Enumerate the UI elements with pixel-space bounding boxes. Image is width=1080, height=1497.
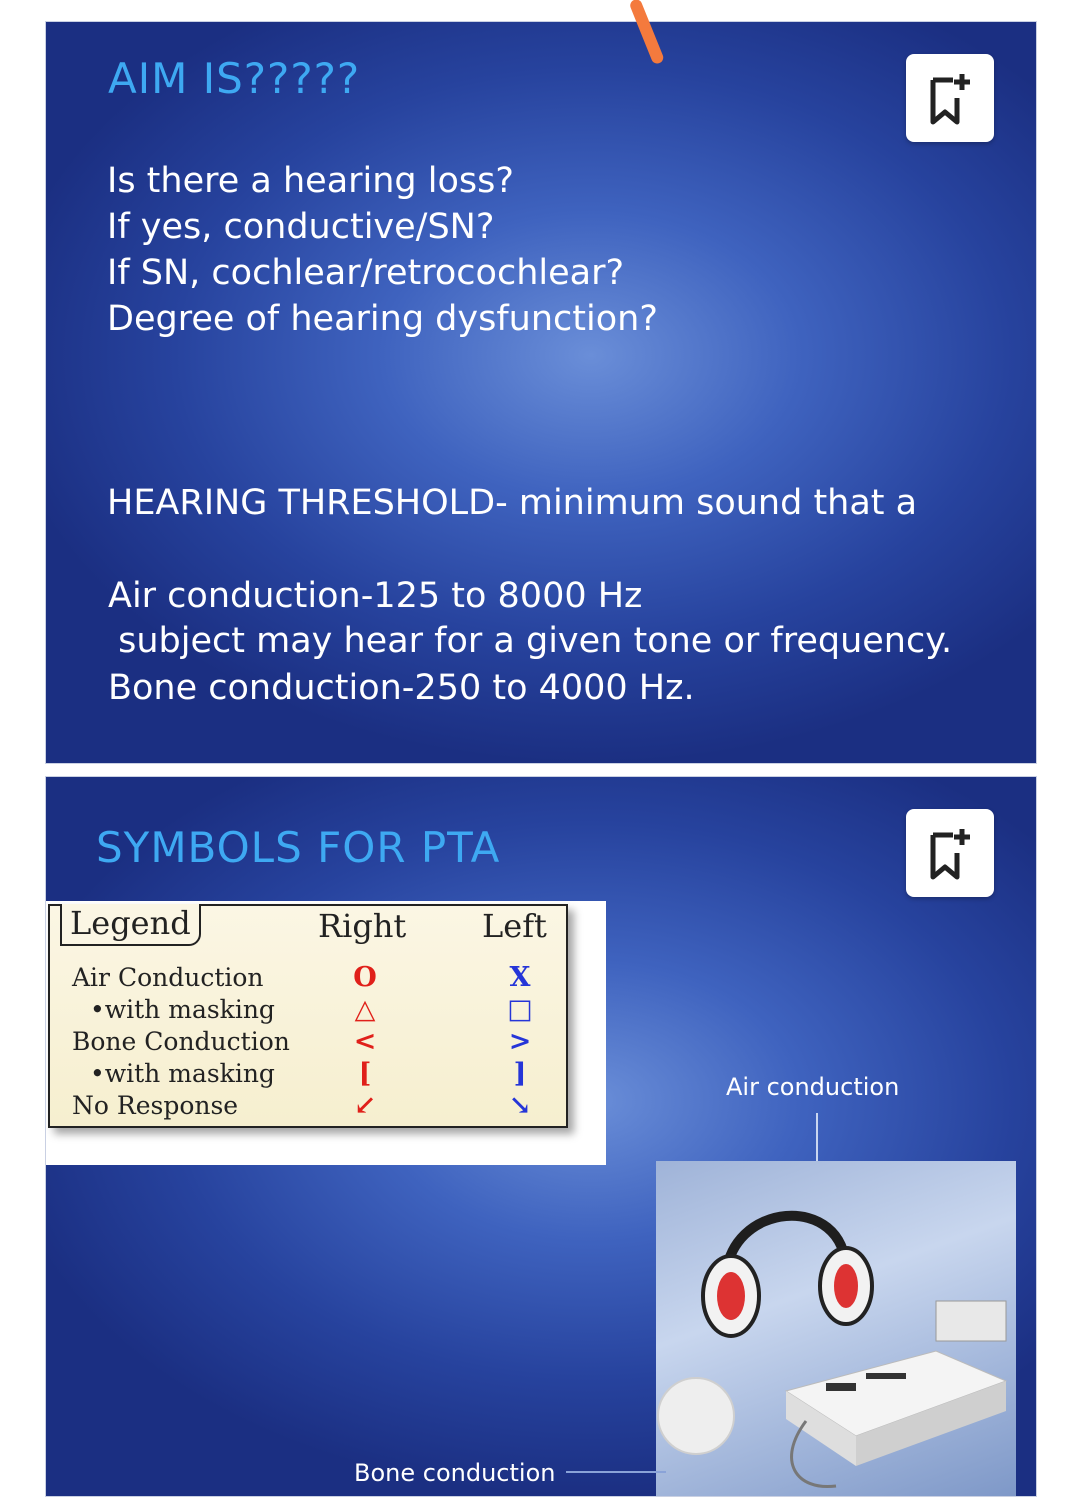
slide-title: SYMBOLS FOR PTA [96, 823, 501, 872]
right-bone-symbol: < [353, 1026, 377, 1057]
slide-aim: AIM IS????? Is there a hearing loss? If … [45, 21, 1037, 764]
left-air-symbol: X [509, 962, 531, 993]
question-3: If SN, cochlear/retrocochlear? [107, 253, 625, 293]
question-1: Is there a hearing loss? [107, 161, 514, 201]
bone-conduction-caption: Bone conduction [354, 1459, 556, 1487]
air-conduction-caption: Air conduction [726, 1073, 900, 1101]
question-2: If yes, conductive/SN? [107, 207, 495, 247]
definition-line-2: subject may hear for a given tone or fre… [107, 621, 953, 661]
legend-row-label: •with masking [90, 1059, 275, 1088]
legend-table: Legend Right Left Air Conduction •with m… [48, 904, 568, 1128]
audiometer-photo [656, 1161, 1016, 1496]
right-bone-masked-symbol: [ [358, 1058, 372, 1089]
question-list: Is there a hearing loss? If yes, conduct… [107, 158, 658, 342]
bone-conduction-range: Bone conduction-250 to 4000 Hz. [108, 668, 695, 708]
bookmark-add-icon [930, 74, 970, 125]
slide-symbols: SYMBOLS FOR PTA Legend Right Left Air Co… [45, 776, 1037, 1497]
right-air-symbol: O [353, 962, 377, 993]
definition-line-1: HEARING THRESHOLD- minimum sound that a [107, 483, 918, 523]
question-4: Degree of hearing dysfunction? [107, 299, 658, 339]
bone-pointer-line [566, 1471, 666, 1473]
left-air-masked-symbol: □ [507, 994, 533, 1025]
left-column-header: Left [482, 907, 547, 945]
legend-row-label: No Response [72, 1091, 239, 1120]
definition-line-3: Relative threshold is calculated. [107, 756, 952, 763]
legend-row-label: •with masking [90, 995, 275, 1024]
left-bone-masked-symbol: ] [513, 1058, 527, 1089]
bookmark-button[interactable] [906, 809, 994, 897]
right-column-header: Right [318, 907, 407, 945]
bookmark-button[interactable] [906, 54, 994, 142]
legend-tab: Legend [60, 904, 201, 946]
right-air-masked-symbol: △ [354, 994, 376, 1025]
bookmark-add-icon [930, 829, 970, 880]
legend-row-label: Air Conduction [72, 963, 264, 992]
left-bone-symbol: > [508, 1026, 532, 1057]
slide-title: AIM IS????? [108, 54, 361, 103]
legend-row-label: Bone Conduction [72, 1027, 290, 1056]
air-conduction-range: Air conduction-125 to 8000 Hz [108, 576, 643, 616]
right-no-response-symbol: ↙ [353, 1090, 377, 1121]
left-no-response-symbol: ↘ [508, 1090, 532, 1121]
pta-legend-image: Legend Right Left Air Conduction •with m… [46, 901, 606, 1165]
audiometer-illustration [657, 1210, 1008, 1489]
